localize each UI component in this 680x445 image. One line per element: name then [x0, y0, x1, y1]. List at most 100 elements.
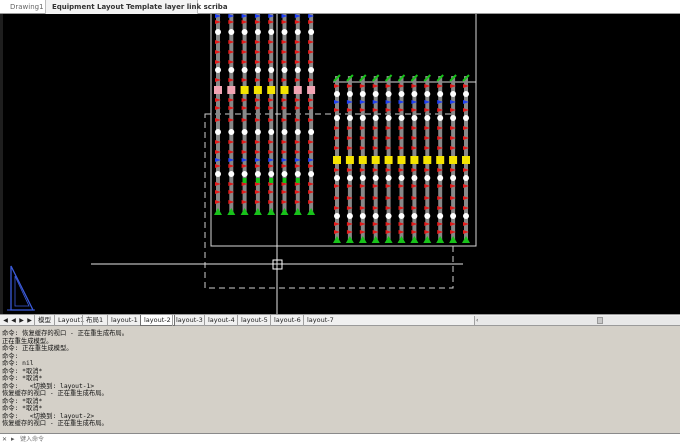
white-node	[228, 171, 235, 177]
green-marker	[267, 208, 276, 215]
command-history: 命令: 恢复缓存的视口 - 正在重生成布局。 正在重生成模型。 命令: 正在重生成模…	[0, 327, 680, 433]
white-node	[268, 129, 275, 135]
tab-layout-6[interactable]: layout-6	[270, 315, 304, 326]
prev-tab-button[interactable]: ◀	[10, 316, 17, 325]
pink-block	[307, 86, 316, 94]
tab-layout-5[interactable]: layout-5	[237, 315, 271, 326]
white-node	[411, 115, 418, 121]
green-marker	[214, 208, 222, 215]
white-node	[241, 129, 248, 135]
close-icon[interactable]: ✕	[2, 436, 7, 443]
white-node	[372, 91, 379, 97]
yellow-block	[280, 86, 289, 94]
white-node	[398, 213, 405, 219]
pink-block	[214, 86, 222, 94]
green-marker	[293, 208, 302, 215]
white-node	[268, 67, 275, 73]
drawing-canvas[interactable]	[0, 14, 680, 314]
white-node	[385, 213, 392, 219]
yellow-block	[397, 156, 406, 164]
white-node	[450, 91, 457, 97]
white-node	[437, 213, 444, 219]
yellow-block	[449, 156, 458, 164]
command-history-line: 命令: 恢复缓存的视口 - 正在重生成布局。	[2, 330, 129, 337]
white-node	[385, 115, 392, 121]
yellow-block	[253, 86, 262, 94]
command-input[interactable]	[20, 435, 320, 444]
white-node	[398, 115, 405, 121]
next-tab-button[interactable]: ▶	[18, 316, 25, 325]
first-tab-button[interactable]: ◀	[2, 316, 9, 325]
command-history-line: 命令: nil	[2, 360, 34, 367]
white-node	[411, 91, 418, 97]
white-node	[294, 171, 301, 177]
last-tab-button[interactable]: ▶	[26, 316, 33, 325]
command-history-line: 命令: 正在重生成模型。	[2, 345, 73, 352]
white-node	[241, 67, 248, 73]
document-tab-bar: Drawing1 Equipment Layout Template layer…	[0, 0, 680, 14]
white-node	[228, 29, 235, 35]
yellow-block	[384, 156, 393, 164]
doc-tab-equipment-layout[interactable]: Equipment Layout Template layer link scr…	[46, 0, 228, 14]
white-node	[450, 175, 457, 181]
green-marker	[333, 236, 341, 243]
tab-layout-1[interactable]: layout-1	[107, 315, 141, 326]
white-node	[411, 175, 418, 181]
tab-layout-2[interactable]: layout-2	[140, 315, 175, 326]
scroll-left-icon[interactable]: ‹	[476, 316, 478, 325]
green-marker	[449, 236, 458, 243]
white-node	[424, 213, 431, 219]
green-marker	[462, 236, 470, 243]
command-history-line: 正在重生成模型。	[2, 337, 53, 345]
green-marker	[410, 236, 419, 243]
tab-layout-3[interactable]: layout-3	[172, 315, 206, 326]
tab-model[interactable]: 模型	[34, 315, 54, 326]
green-marker	[227, 208, 236, 215]
yellow-block	[333, 156, 341, 164]
white-node	[228, 129, 235, 135]
white-node	[424, 175, 431, 181]
command-prompt-icon[interactable]: ▸	[11, 435, 15, 444]
yellow-block	[267, 86, 276, 94]
white-node	[450, 213, 457, 219]
tab-buju1[interactable]: 布局1	[82, 315, 106, 326]
white-node	[372, 213, 379, 219]
tab-layout-7[interactable]: layout-7	[303, 315, 337, 326]
white-node	[463, 115, 469, 121]
command-history-line: 命令: *取消*	[2, 367, 43, 375]
white-node	[294, 29, 301, 35]
green-marker	[423, 236, 432, 243]
white-node	[308, 29, 315, 35]
horizontal-scrollbar[interactable]: ‹	[474, 316, 680, 325]
white-node	[215, 67, 221, 73]
white-node	[346, 115, 353, 121]
command-history-line: 命令: <切换到: layout-1>	[2, 382, 95, 390]
command-history-line: 命令:	[2, 352, 19, 360]
pink-block	[227, 86, 236, 94]
white-node	[308, 171, 315, 177]
command-line: ✕ ▸	[0, 433, 680, 445]
green-marker	[282, 178, 287, 183]
white-node	[398, 175, 405, 181]
command-history-line: 命令: *取消*	[2, 375, 43, 382]
white-node	[254, 129, 261, 135]
white-node	[359, 213, 366, 219]
white-node	[463, 91, 469, 97]
white-node	[294, 129, 301, 135]
drawing-svg	[7, 14, 477, 314]
white-node	[424, 91, 431, 97]
white-node	[385, 91, 392, 97]
yellow-block	[423, 156, 432, 164]
white-node	[268, 171, 275, 177]
tab-layout-4[interactable]: layout-4	[204, 315, 238, 326]
white-node	[334, 213, 340, 219]
white-node	[334, 115, 340, 121]
white-node	[308, 67, 315, 73]
command-history-line: 命令: *取消*	[2, 405, 43, 412]
crosshair-cursor-icon	[91, 14, 463, 314]
scroll-thumb[interactable]	[597, 317, 603, 324]
white-node	[281, 67, 288, 73]
white-node	[372, 115, 379, 121]
white-node	[411, 213, 418, 219]
doc-tab-drawing1[interactable]: Drawing1	[4, 0, 46, 14]
